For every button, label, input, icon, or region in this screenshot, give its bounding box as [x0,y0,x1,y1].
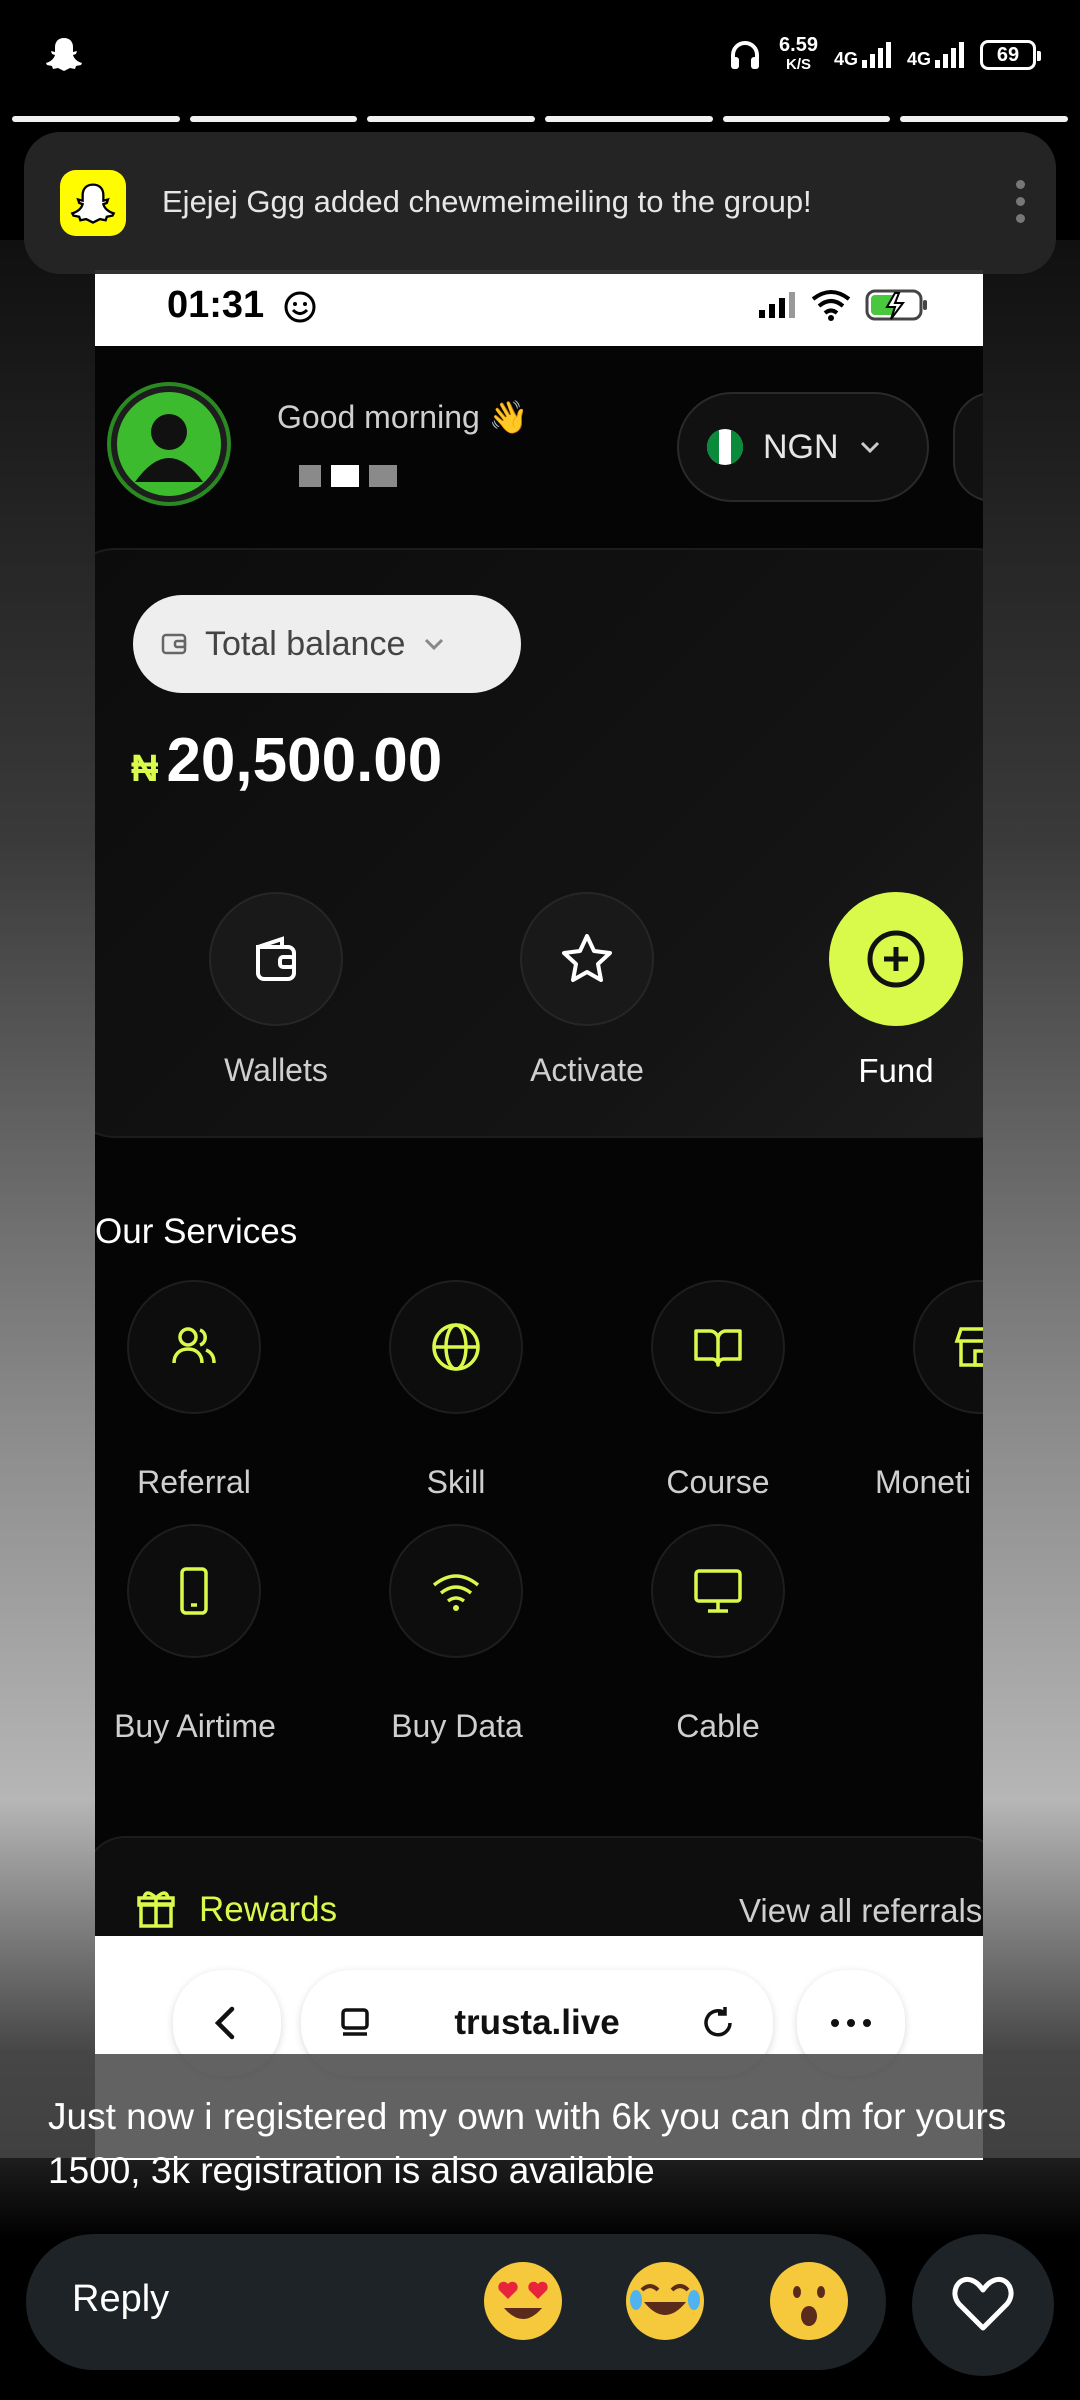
screenshot-time: 01:31 [167,284,265,326]
activate-label: Activate [530,1052,644,1088]
username-redacted [299,465,397,487]
speed-value: 6.59 [779,34,818,56]
phone-icon [180,1567,208,1615]
signal-2: 4G [907,42,964,68]
snapchat-ghost-icon [46,38,82,71]
greeting-text: Good morning 👋 [277,399,529,435]
header-extra-button[interactable] [953,392,983,502]
rewards-label: Rewards [199,1890,338,1929]
skill-label: Skill [426,1464,486,1500]
url-text: trusta.live [454,2003,620,2042]
notification-banner[interactable]: Ejejej Ggg added chewmeimeiling to the g… [24,132,1056,274]
tabs-icon [341,2008,369,2036]
wallets-button[interactable] [209,892,343,1026]
wallet-small-icon [161,633,187,655]
battery-level: 69 [996,43,1020,66]
currency-selector[interactable]: NGN [677,392,929,502]
speed-unit: K/S [785,56,811,73]
globe-icon [432,1323,480,1371]
total-balance-dropdown[interactable]: Total balance [133,595,521,693]
progress-segment [900,116,1069,122]
services-title: Our Services [95,1212,298,1251]
fund-label: Fund [858,1052,934,1089]
headphones-icon [731,41,760,69]
balance-label: Total balance [205,624,406,663]
status-bar: 6.59 K/S 4G 4G 69 [0,0,1080,110]
activate-button[interactable] [520,892,654,1026]
naira-symbol: ₦ [131,748,159,790]
network-speed: 6.59 K/S [779,35,818,75]
monitor-icon [694,1569,742,1613]
skill-button[interactable] [389,1280,523,1414]
battery-charging-icon [865,289,927,321]
network-type-1: 4G [833,49,858,69]
more-dots-icon [831,2019,871,2027]
nigeria-flag-icon [706,429,744,465]
cable-label: Cable [676,1708,760,1744]
wifi-icon [432,1574,480,1611]
monetize-label: Moneti [875,1464,972,1500]
smiley-icon [284,291,316,323]
buy-data-button[interactable] [389,1524,523,1658]
chevron-down-icon [425,638,444,651]
status-icons: 6.59 K/S 4G 4G 69 [727,30,1041,80]
like-button[interactable] [912,2234,1054,2376]
signal-1: 4G [834,42,891,68]
currency-code: NGN [763,427,839,466]
notification-menu-icon[interactable] [1016,180,1026,223]
chevron-down-icon [860,441,879,454]
fund-button[interactable] [829,892,963,1026]
snapchat-logo-icon [60,170,126,236]
view-all-referrals-link[interactable]: View all referrals [739,1892,983,1930]
reload-icon [704,2007,732,2037]
buy-data-label: Buy Data [391,1708,523,1744]
story-progress [12,116,1069,122]
balance-amount: ₦ 20,500.00 [131,725,442,796]
chevron-left-icon [214,2006,235,2040]
laughing-emoji-button[interactable] [626,2262,704,2340]
screenshot-status-bar: 01:31 [95,270,983,346]
user-avatar-icon [117,392,221,496]
plus-circle-icon [867,930,925,988]
star-icon [562,934,612,982]
heart-eyes-emoji-button[interactable] [484,2262,562,2340]
wifi-icon [811,290,851,321]
progress-segment [722,116,891,122]
progress-segment [545,116,713,122]
buy-airtime-button[interactable] [127,1524,261,1658]
cable-button[interactable] [651,1524,785,1658]
users-icon [172,1327,216,1364]
signal-bars-icon [861,42,891,68]
story-screenshot: 01:31 Good morning 👋 NGN Total balance ₦… [95,240,983,2160]
balance-value: 20,500.00 [166,726,443,795]
avatar[interactable] [107,382,231,506]
screenshot-status-icons [757,288,929,322]
monetize-button[interactable] [913,1280,983,1414]
battery-icon: 69 [980,40,1041,70]
referral-label: Referral [137,1464,251,1500]
reply-placeholder: Reply [72,2278,170,2320]
surprised-emoji-button[interactable] [770,2262,848,2340]
progress-segment [12,116,180,122]
heart-icon [952,2276,1014,2331]
wallets-label: Wallets [224,1052,328,1088]
course-label: Course [666,1464,770,1500]
wallet-icon [256,936,296,981]
course-button[interactable] [651,1280,785,1414]
network-type-2: 4G [906,49,931,69]
cellular-icon [759,292,795,318]
referral-button[interactable] [127,1280,261,1414]
tears-of-joy-icon [628,2264,702,2338]
notification-text: Ejejej Ggg added chewmeimeiling to the g… [162,184,812,219]
gift-icon [137,1891,175,1928]
signal-bars-icon [935,42,964,68]
buy-airtime-label: Buy Airtime [114,1708,276,1744]
store-icon [954,1327,983,1367]
surprised-face-icon [772,2264,846,2338]
progress-segment [367,116,536,122]
heart-eyes-icon [486,2264,560,2338]
book-icon [694,1329,742,1367]
progress-segment [189,116,358,122]
story-caption: Just now i registered my own with 6k you… [48,2096,1007,2191]
